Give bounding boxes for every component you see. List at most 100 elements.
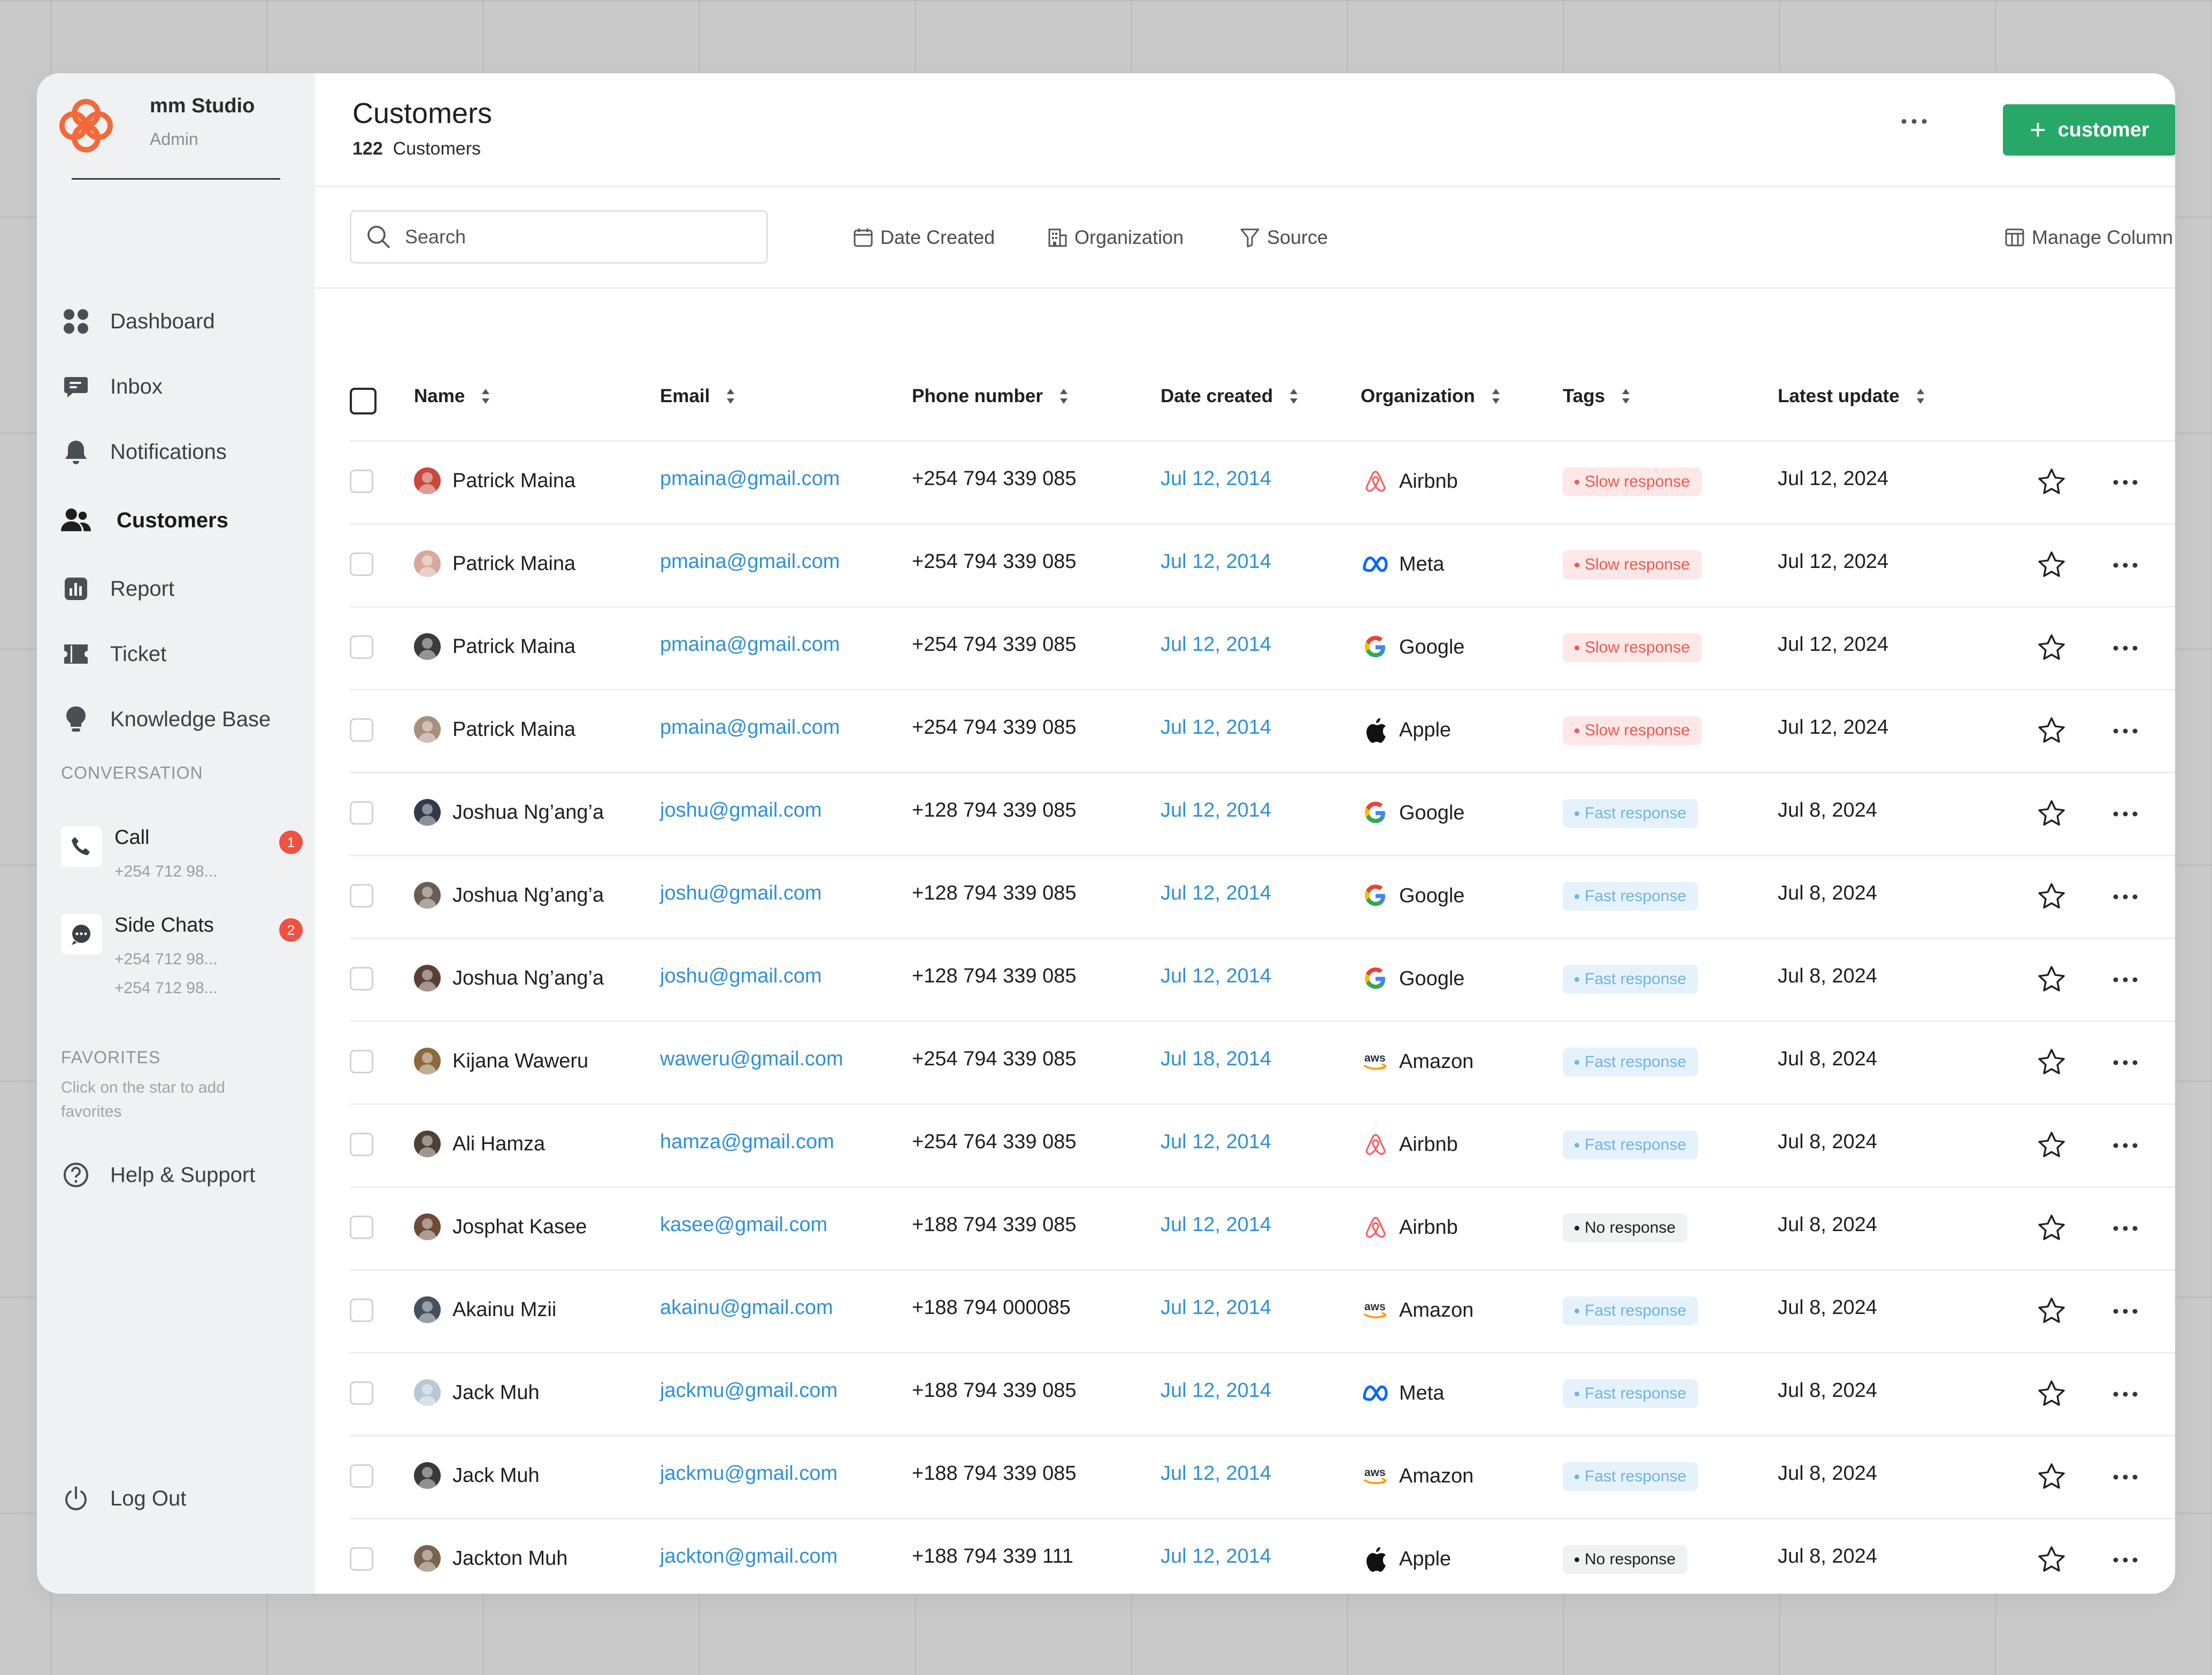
customer-email-link[interactable]: jackmu@gmail.com <box>660 1462 838 1485</box>
sidebar-item-ticket[interactable]: Ticket <box>61 633 296 675</box>
search-box[interactable] <box>350 210 768 264</box>
table-row[interactable]: Patrick Maina pmaina@gmail.com +254 794 33… <box>350 606 2175 690</box>
customer-email-link[interactable]: akainu@gmail.com <box>660 1296 833 1319</box>
filter-source[interactable]: Source <box>1239 219 1328 256</box>
sidebar-item-notifications[interactable]: Notifications <box>61 431 296 473</box>
table-row[interactable]: Jackton Muh jackton@gmail.com +188 794 339… <box>350 1518 2175 1594</box>
row-checkbox[interactable] <box>350 1050 373 1073</box>
table-row[interactable]: Jack Muh jackmu@gmail.com +188 794 339 085… <box>350 1352 2175 1436</box>
meta-logo-icon <box>1361 1378 1391 1408</box>
favorite-star-icon[interactable] <box>2036 1461 2068 1493</box>
row-more-options-icon[interactable] <box>2109 1549 2141 1571</box>
sidebar-item-customers[interactable]: Customers <box>61 499 296 542</box>
customer-email-link[interactable]: jackton@gmail.com <box>660 1545 838 1568</box>
table-row[interactable]: Patrick Maina pmaina@gmail.com +254 794 33… <box>350 440 2175 525</box>
select-all-checkbox[interactable] <box>350 388 377 414</box>
filter-date-created[interactable]: Date Created <box>852 219 995 256</box>
favorite-star-icon[interactable] <box>2036 1378 2068 1410</box>
favorite-star-icon[interactable] <box>2036 964 2068 996</box>
sidebar-item-inbox[interactable]: Inbox <box>61 365 296 408</box>
row-more-options-icon[interactable] <box>2109 969 2141 990</box>
more-options-button[interactable] <box>1893 105 1936 137</box>
row-more-options-icon[interactable] <box>2109 720 2141 742</box>
row-checkbox[interactable] <box>350 884 373 908</box>
row-more-options-icon[interactable] <box>2109 1466 2141 1488</box>
column-header-email[interactable]: Email <box>660 386 735 407</box>
row-more-options-icon[interactable] <box>2109 803 2141 825</box>
customer-email-link[interactable]: hamza@gmail.com <box>660 1131 834 1154</box>
favorite-star-icon[interactable] <box>2036 632 2068 664</box>
column-header-tags[interactable]: Tags <box>1563 386 1631 407</box>
table-row[interactable]: Jack Muh jackmu@gmail.com +188 794 339 085… <box>350 1435 2175 1519</box>
table-row[interactable]: Joshua Ng’ang’a joshu@gmail.com +128 794 3… <box>350 772 2175 856</box>
row-checkbox[interactable] <box>350 470 373 493</box>
sidebar-item-dashboard[interactable]: Dashboard <box>61 300 296 343</box>
customer-email-link[interactable]: pmaina@gmail.com <box>660 716 840 739</box>
table-row[interactable]: Ali Hamza hamza@gmail.com +254 764 339 085… <box>350 1103 2175 1188</box>
customer-email-link[interactable]: kasee@gmail.com <box>660 1213 827 1236</box>
row-checkbox[interactable] <box>350 1216 373 1239</box>
add-customer-button[interactable]: + customer <box>2003 104 2175 156</box>
row-checkbox[interactable] <box>350 967 373 990</box>
customer-email-link[interactable]: pmaina@gmail.com <box>660 467 840 490</box>
table-row[interactable]: Patrick Maina pmaina@gmail.com +254 794 33… <box>350 689 2175 773</box>
row-more-options-icon[interactable] <box>2109 472 2141 493</box>
conversation-item-side-chats[interactable]: Side Chats +254 712 98... +254 712 98...… <box>61 914 303 1005</box>
column-header-label: Date created <box>1161 386 1273 406</box>
row-more-options-icon[interactable] <box>2109 637 2141 659</box>
favorite-star-icon[interactable] <box>2036 881 2068 913</box>
customer-email-link[interactable]: pmaina@gmail.com <box>660 550 840 573</box>
table-row[interactable]: Kijana Waweru waweru@gmail.com +254 794 33… <box>350 1020 2175 1105</box>
column-header-phone[interactable]: Phone number <box>912 386 1069 407</box>
column-header-date-created[interactable]: Date created <box>1161 386 1299 407</box>
favorite-star-icon[interactable] <box>2036 466 2068 498</box>
sidebar-item-knowledge-base[interactable]: Knowledge Base <box>61 698 296 741</box>
customer-email-link[interactable]: pmaina@gmail.com <box>660 633 840 656</box>
row-checkbox[interactable] <box>350 718 373 742</box>
row-checkbox[interactable] <box>350 552 373 576</box>
favorite-star-icon[interactable] <box>2036 1544 2068 1576</box>
row-more-options-icon[interactable] <box>2109 1301 2141 1322</box>
customer-email-link[interactable]: waweru@gmail.com <box>660 1048 843 1071</box>
row-more-options-icon[interactable] <box>2109 1384 2141 1405</box>
table-row[interactable]: Josphat Kasee kasee@gmail.com +188 794 339… <box>350 1186 2175 1271</box>
column-header-organization[interactable]: Organization <box>1361 386 1501 407</box>
customer-email-link[interactable]: joshu@gmail.com <box>660 965 822 988</box>
favorite-star-icon[interactable] <box>2036 549 2068 581</box>
favorite-star-icon[interactable] <box>2036 715 2068 747</box>
row-more-options-icon[interactable] <box>2109 1218 2141 1239</box>
row-more-options-icon[interactable] <box>2109 555 2141 576</box>
manage-column-button[interactable]: Manage Column <box>2004 219 2173 256</box>
filter-organization[interactable]: Organization <box>1047 219 1184 256</box>
table-row[interactable]: Akainu Mzii akainu@gmail.com +188 794 0000… <box>350 1269 2175 1354</box>
status-tag: Fast response <box>1563 1048 1699 1077</box>
row-checkbox[interactable] <box>350 1133 373 1156</box>
row-checkbox[interactable] <box>350 1381 373 1405</box>
customer-email-link[interactable]: jackmu@gmail.com <box>660 1379 838 1402</box>
search-input[interactable] <box>404 225 754 249</box>
table-row[interactable]: Joshua Ng’ang’a joshu@gmail.com +128 794 3… <box>350 938 2175 1022</box>
row-checkbox[interactable] <box>350 1547 373 1571</box>
favorite-star-icon[interactable] <box>2036 1295 2068 1327</box>
favorite-star-icon[interactable] <box>2036 1130 2068 1162</box>
sidebar-item-report[interactable]: Report <box>61 567 296 610</box>
column-header-latest-update[interactable]: Latest update <box>1778 386 1925 407</box>
favorite-star-icon[interactable] <box>2036 1047 2068 1079</box>
customer-email-link[interactable]: joshu@gmail.com <box>660 799 822 822</box>
row-more-options-icon[interactable] <box>2109 886 2141 908</box>
favorite-star-icon[interactable] <box>2036 1212 2068 1244</box>
table-row[interactable]: Patrick Maina pmaina@gmail.com +254 794 33… <box>350 523 2175 608</box>
row-checkbox[interactable] <box>350 1298 373 1322</box>
table-row[interactable]: Joshua Ng’ang’a joshu@gmail.com +128 794 3… <box>350 855 2175 939</box>
row-more-options-icon[interactable] <box>2109 1135 2141 1156</box>
sidebar-item-help[interactable]: Help & Support <box>61 1154 296 1196</box>
conversation-item-call[interactable]: Call +254 712 98... 1 <box>61 826 303 896</box>
row-checkbox[interactable] <box>350 635 373 659</box>
customer-email-link[interactable]: joshu@gmail.com <box>660 882 822 905</box>
logout-button[interactable]: Log Out <box>61 1477 296 1520</box>
favorite-star-icon[interactable] <box>2036 798 2068 830</box>
row-checkbox[interactable] <box>350 801 373 825</box>
column-header-name[interactable]: Name <box>414 386 490 407</box>
row-checkbox[interactable] <box>350 1464 373 1488</box>
row-more-options-icon[interactable] <box>2109 1052 2141 1073</box>
